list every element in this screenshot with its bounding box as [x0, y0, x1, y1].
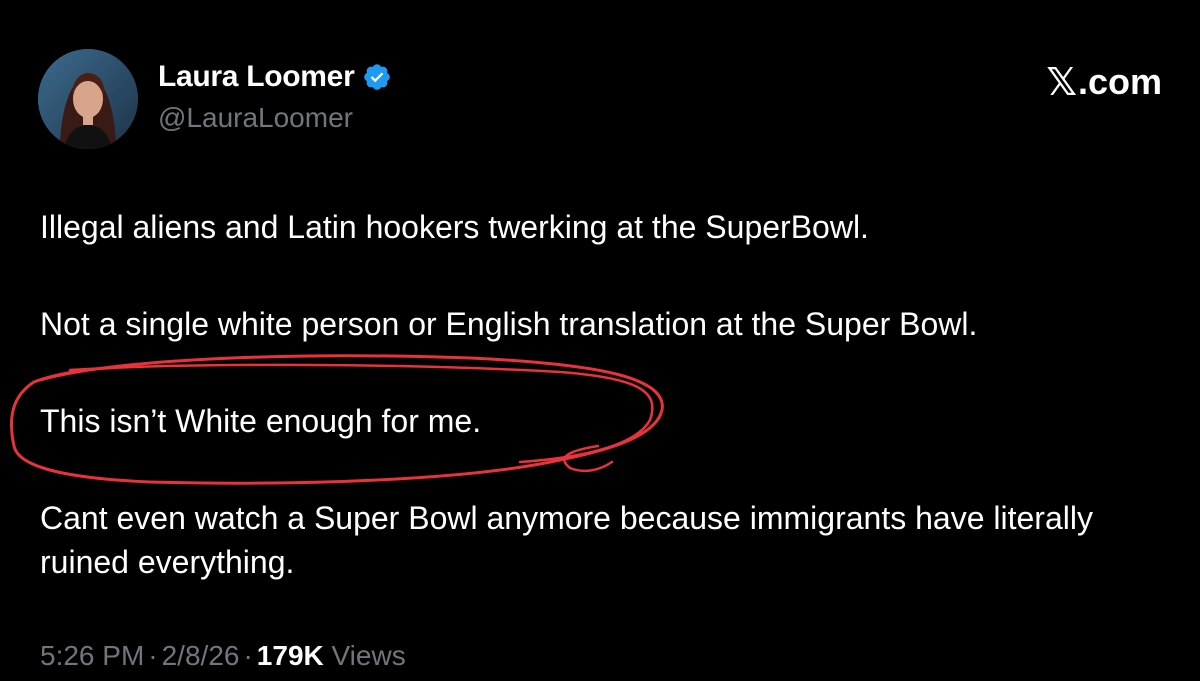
avatar-image: [38, 49, 138, 149]
views-label: Views: [331, 640, 406, 671]
author-handle[interactable]: @LauraLoomer: [158, 102, 353, 134]
tweet-paragraph-4: Cant even watch a Super Bowl anymore bec…: [40, 500, 1093, 580]
meta-separator: ·: [243, 640, 253, 671]
brand-domain: .com: [1077, 61, 1162, 102]
meta-separator: ·: [148, 640, 158, 671]
tweet-time[interactable]: 5:26 PM: [40, 640, 144, 671]
x-logo-icon: 𝕏: [1046, 60, 1077, 104]
tweet-date[interactable]: 2/8/26: [162, 640, 240, 671]
views-count: 179K: [256, 640, 324, 671]
tweet-paragraph-1: Illegal aliens and Latin hookers twerkin…: [40, 209, 869, 245]
author-display-name[interactable]: Laura Loomer: [158, 60, 355, 94]
tweet-paragraph-2: Not a single white person or English tra…: [40, 306, 978, 342]
tweet-meta: 5:26 PM · 2/8/26 · 179K Views: [40, 640, 406, 672]
tweet-card: Laura Loomer @LauraLoomer 𝕏 .com Illegal…: [0, 0, 1200, 681]
tweet-paragraph-3: This isn’t White enough for me.: [40, 403, 482, 439]
avatar[interactable]: [38, 49, 138, 149]
verified-badge-icon: [362, 62, 392, 92]
x-com-logo: 𝕏 .com: [1046, 60, 1162, 104]
author-name-row: Laura Loomer: [158, 60, 392, 94]
